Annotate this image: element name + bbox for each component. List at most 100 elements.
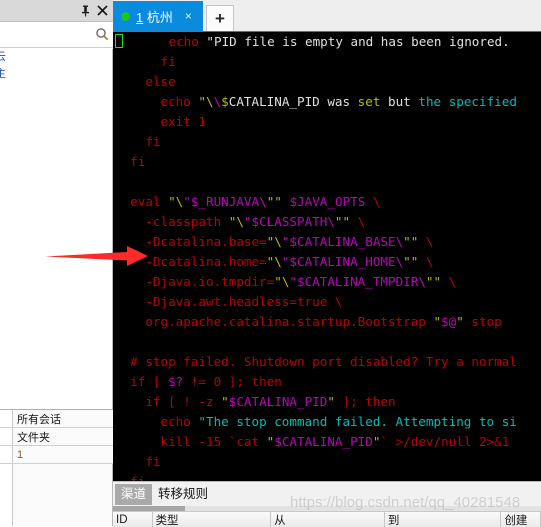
- terminal-line: else: [113, 72, 541, 92]
- terminal-text: != 0 ]; then: [183, 374, 282, 389]
- terminal-text: eval: [115, 194, 169, 209]
- terminal-output[interactable]: echo "PID file is empty and has been ign…: [113, 31, 541, 481]
- list-item[interactable]: 所有会话: [0, 410, 113, 428]
- tab-name: 杭州: [146, 9, 173, 25]
- list-empty-rest: [13, 464, 113, 526]
- terminal-line: fi: [113, 452, 541, 472]
- terminal-text: else: [115, 74, 176, 89]
- row-gutter: [0, 410, 13, 427]
- list-item[interactable]: 1: [0, 446, 113, 464]
- terminal-text: fi: [115, 54, 176, 69]
- terminal-text: "": [403, 254, 419, 269]
- terminal-text: ` >/dev/null 2>&1: [380, 434, 510, 449]
- terminal-text: stop: [463, 314, 502, 329]
- terminal-cursor: [115, 34, 123, 48]
- close-icon[interactable]: [94, 2, 111, 20]
- new-tab-button[interactable]: +: [206, 5, 234, 31]
- terminal-text: ": [433, 314, 442, 329]
- terminal-text: kill -15 `cat: [115, 434, 267, 449]
- terminal-text: fi: [115, 134, 161, 149]
- terminal-text: \: [365, 194, 381, 209]
- terminal-text: -Dcatalina.home=: [115, 254, 267, 269]
- list-item-label: 1: [17, 448, 24, 461]
- terminal-line: echo "PID file is empty and has been ign…: [113, 32, 541, 52]
- terminal-line: -classpath "\"$CLASSPATH\"" \: [113, 212, 541, 232]
- row-gutter: [0, 446, 13, 463]
- terminal-text: \: [418, 234, 434, 249]
- terminal-text: $JAVA_OPTS: [289, 194, 366, 209]
- table-column-header[interactable]: ID: [113, 512, 153, 527]
- terminal-text: $CLASSPATH: [251, 214, 328, 229]
- table-column-header[interactable]: 从: [271, 512, 385, 527]
- terminal-line: -Djava.io.tmpdir="\"$CATALINA_TMPDIR\"" …: [113, 272, 541, 292]
- terminal-line: org.apache.catalina.startup.Bootstrap "$…: [113, 312, 541, 332]
- sidebar-header: [0, 0, 113, 22]
- app-root: 云 主 所有会话 文件夹 1: [0, 0, 541, 527]
- terminal-text: fi: [115, 474, 145, 481]
- terminal-text: "PID file is empty and has been ignored.: [206, 34, 510, 49]
- tab-channel[interactable]: 渠道: [115, 483, 153, 505]
- tab-hangzhou[interactable]: 1 杭州 ×: [113, 1, 203, 31]
- terminal-text: -Djava.io.tmpdir=: [115, 274, 275, 289]
- terminal-text: $: [221, 94, 229, 109]
- table-column-header[interactable]: 类型: [153, 512, 272, 527]
- row-gutter: [0, 428, 13, 445]
- list-empty-area: [0, 464, 113, 526]
- terminal-text: "": [425, 274, 442, 289]
- list-item[interactable]: 文件夹: [0, 428, 113, 446]
- sidebar-search-bar[interactable]: [0, 22, 113, 48]
- bottom-panel-tabs: 渠道 转移规则: [113, 482, 541, 506]
- search-icon[interactable]: [95, 27, 109, 41]
- terminal-text: $CATALINA_PID: [274, 434, 373, 449]
- terminal-text: $CATALINA_HOME: [289, 254, 396, 269]
- tree-item[interactable]: 主: [0, 66, 112, 83]
- terminal-text: $_RUNJAVA: [190, 194, 260, 209]
- terminal-text: "The stop command failed. Attempting to …: [198, 414, 517, 429]
- main-area: 1 杭州 × + echo "PID file is empty and has…: [113, 0, 541, 527]
- sidebar-session-tree[interactable]: 云 主: [0, 49, 113, 409]
- terminal-text: echo: [115, 94, 199, 109]
- terminal-text: $CATALINA_TMPDIR: [297, 274, 419, 289]
- terminal-line: kill -15 `cat "$CATALINA_PID"` >/dev/nul…: [113, 432, 541, 452]
- left-sidebar: 云 主 所有会话 文件夹 1: [0, 0, 113, 527]
- tab-number: 1: [136, 9, 144, 25]
- table-column-header[interactable]: 创建: [501, 512, 541, 527]
- tree-item[interactable]: 云: [0, 49, 112, 66]
- terminal-line: echo "\\$CATALINA_PID was set but the sp…: [113, 92, 541, 112]
- terminal-line: fi: [113, 132, 541, 152]
- search-input[interactable]: [0, 23, 95, 46]
- terminal-text: \: [327, 214, 335, 229]
- terminal-text: ": [456, 314, 464, 329]
- terminal-text: "": [334, 214, 351, 229]
- terminal-line: fi: [113, 52, 541, 72]
- terminal-text: \: [350, 214, 366, 229]
- table-column-header[interactable]: 到: [385, 512, 502, 527]
- terminal-text: "\: [266, 234, 282, 249]
- bottom-panel-table: ID 类型从到创建: [113, 506, 541, 527]
- table-header-row: ID 类型从到创建: [113, 511, 541, 527]
- tab-label: 1 杭州: [136, 7, 173, 26]
- terminal-text: ": [289, 274, 297, 289]
- terminal-line: -Dcatalina.base="\"$CATALINA_BASE\"" \: [113, 232, 541, 252]
- tab-transfer-rules[interactable]: 转移规则: [152, 484, 214, 505]
- terminal-text: \: [418, 274, 426, 289]
- terminal-text: ]; then: [334, 394, 396, 409]
- terminal-line: -Dcatalina.home="\"$CATALINA_HOME\"" \: [113, 252, 541, 272]
- terminal-text: $CATALINA_BASE: [289, 234, 396, 249]
- bottom-panel: 渠道 转移规则 ID 类型从到创建: [113, 481, 541, 527]
- tab-close-icon[interactable]: ×: [185, 10, 192, 22]
- terminal-text: \: [418, 254, 434, 269]
- list-item-label: 文件夹: [17, 431, 50, 444]
- terminal-text: "\: [198, 94, 214, 109]
- terminal-text: ": [183, 194, 191, 209]
- terminal-text: $@: [441, 314, 457, 329]
- status-dot-icon: [121, 11, 130, 21]
- terminal-text: echo: [115, 414, 199, 429]
- terminal-text: fi: [115, 454, 161, 469]
- pin-icon[interactable]: [77, 2, 94, 20]
- terminal-text: -classpath: [115, 214, 229, 229]
- terminal-text: \: [441, 274, 457, 289]
